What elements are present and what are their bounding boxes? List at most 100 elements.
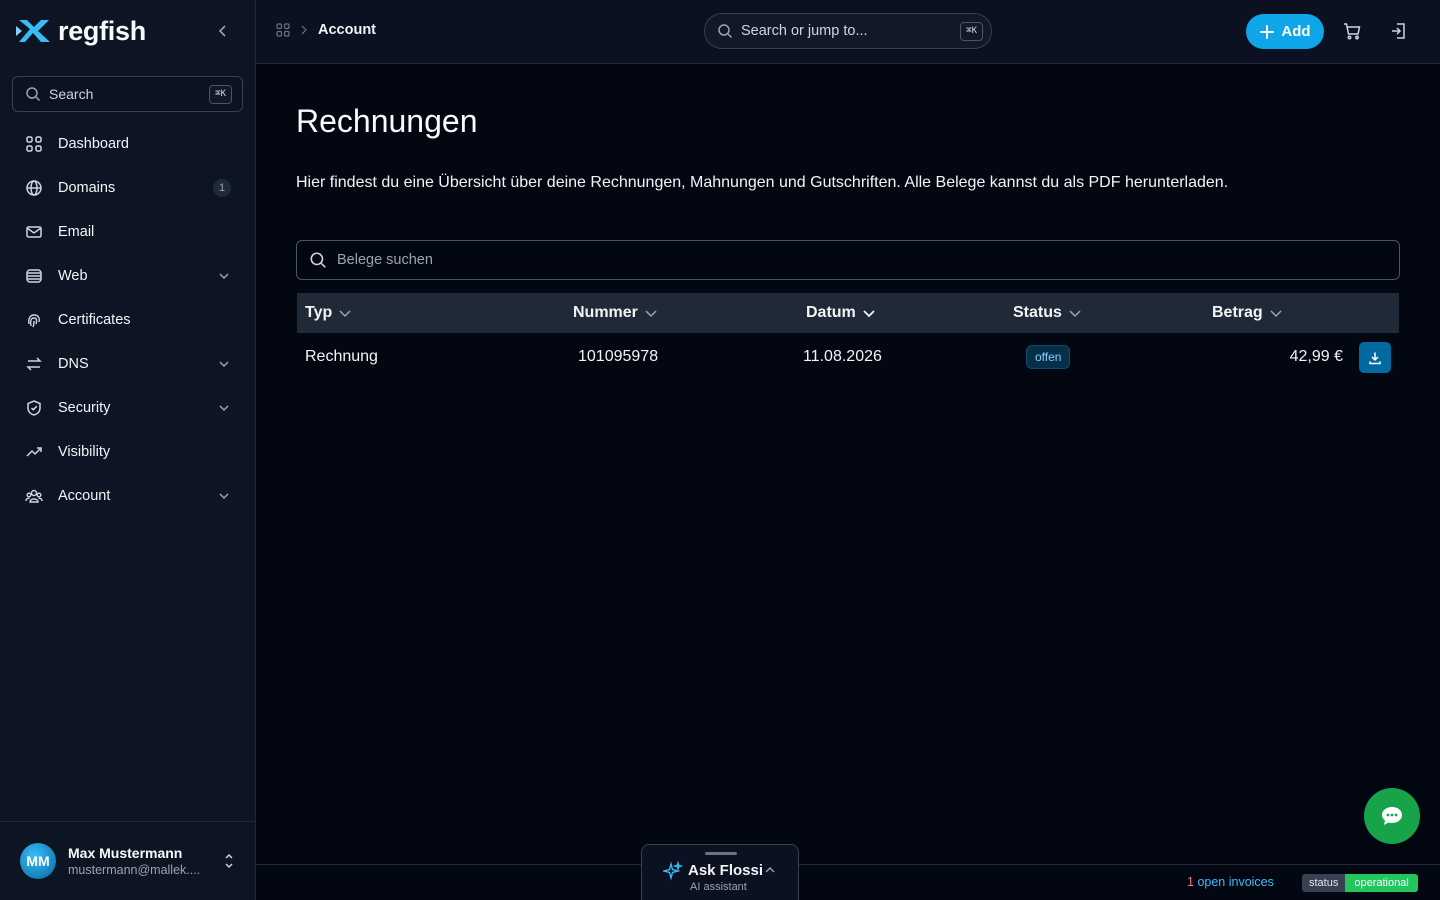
cell-nummer: 101095978 [578,348,659,365]
trend-up-icon [24,442,44,462]
column-header-nummer[interactable]: Nummer [573,293,658,333]
add-button-label: Add [1281,23,1311,40]
sidebar-item-label: Domains [58,180,116,196]
shortcut-hint: ⌘K [960,21,983,41]
page-description: Hier findest du eine Übersicht über dein… [296,174,1229,191]
arrows-exchange-icon [24,354,44,374]
column-header-typ[interactable]: Typ [305,293,352,333]
sidebar: regfish Search ⌘K Dashboard Domains 1 Em… [0,0,256,900]
invoice-table-header: Typ Nummer Datum Status Betrag [297,293,1399,333]
chevron-down-icon [1069,310,1081,318]
table-row: Rechnung 101095978 11.08.2026 offen 42,9… [297,333,1399,381]
open-invoices-label: open invoices [1197,875,1274,889]
column-header-label: Nummer [573,304,638,321]
sparkles-icon [663,861,683,881]
chevron-down-icon [219,361,229,368]
regfish-logo-icon [16,20,50,42]
server-icon [24,266,44,286]
chevron-down-icon [863,310,875,318]
mail-icon [24,222,44,242]
cell-datum: 11.08.2026 [803,348,882,365]
documents-search-input[interactable] [337,252,1387,268]
column-header-label: Betrag [1212,304,1263,321]
sidebar-nav: Dashboard Domains 1 Email Web Certificat… [12,122,243,518]
domains-count-badge: 1 [213,179,231,197]
shield-icon [24,398,44,418]
search-icon [718,24,733,39]
grid-icon [24,134,44,154]
system-status-badge[interactable]: status operational [1302,874,1418,892]
grid-icon[interactable] [276,23,290,37]
ask-flossi-panel[interactable]: Ask Flossi AI assistant [641,844,799,900]
global-search-placeholder: Search or jump to... [741,23,868,39]
logout-icon [1392,23,1405,39]
open-invoices-link[interactable]: 1 open invoices [1187,875,1274,889]
globe-icon [24,178,44,198]
sidebar-item-web[interactable]: Web [12,254,243,298]
sidebar-item-certificates[interactable]: Certificates [12,298,243,342]
chevron-down-icon [1270,310,1282,318]
sidebar-item-security[interactable]: Security [12,386,243,430]
column-header-label: Typ [305,304,333,321]
breadcrumb-current[interactable]: Account [318,22,376,38]
chevron-down-icon [219,405,229,412]
topbar: Account Search or jump to... ⌘K Add [256,0,1440,64]
chat-bubble-icon [1382,807,1402,825]
sidebar-search[interactable]: Search ⌘K [12,76,243,112]
chat-button[interactable] [1364,788,1420,844]
chevron-up-icon [765,867,775,873]
sidebar-item-email[interactable]: Email [12,210,243,254]
plus-icon [1260,24,1275,39]
sidebar-item-visibility[interactable]: Visibility [12,430,243,474]
user-email: mustermann@mallek.... [68,863,201,877]
sidebar-item-dns[interactable]: DNS [12,342,243,386]
user-menu[interactable]: MM Max Mustermann mustermann@mallek.... [0,821,255,900]
brand-logo[interactable]: regfish [16,14,146,48]
column-header-betrag[interactable]: Betrag [1212,293,1283,333]
drag-handle[interactable] [705,852,737,855]
cell-betrag: 42,99 € [1289,348,1343,365]
sidebar-item-label: Visibility [58,444,111,460]
sidebar-item-label: Dashboard [58,136,129,152]
shortcut-hint: ⌘K [209,84,232,104]
chevron-up-down-icon [225,853,233,869]
open-invoices-count: 1 [1187,875,1194,889]
sidebar-item-label: Security [58,400,111,416]
search-icon [310,252,326,268]
sidebar-item-label: DNS [58,356,89,372]
cart-button[interactable] [1341,20,1363,42]
sidebar-search-label: Search [49,86,94,102]
sidebar-item-dashboard[interactable]: Dashboard [12,122,243,166]
breadcrumb: Account [276,22,376,38]
brand-name: regfish [58,15,146,46]
sidebar-item-account[interactable]: Account [12,474,243,518]
chevron-down-icon [339,310,351,318]
sidebar-item-label: Account [58,488,111,504]
chevron-left-icon [218,25,226,37]
column-header-datum[interactable]: Datum [806,293,876,333]
status-badge-value: operational [1345,874,1418,892]
add-button[interactable]: Add [1246,14,1324,49]
global-search[interactable]: Search or jump to... ⌘K [704,13,992,49]
download-pdf-button[interactable] [1359,342,1391,373]
assistant-title: Ask Flossi [688,862,764,879]
user-name: Max Mustermann [68,845,183,861]
chevron-right-icon [301,25,307,35]
users-icon [24,486,44,506]
status-badge: offen [1026,345,1071,369]
cell-typ: Rechnung [305,348,378,365]
page-title: Rechnungen [296,103,478,139]
logout-button[interactable] [1388,20,1410,42]
documents-search [296,240,1400,280]
column-header-status[interactable]: Status [1013,293,1082,333]
sidebar-item-domains[interactable]: Domains 1 [12,166,243,210]
chevron-down-icon [219,273,229,280]
column-header-label: Datum [806,304,856,321]
assistant-subtitle: AI assistant [690,881,747,893]
sidebar-item-label: Certificates [58,312,131,328]
collapse-sidebar-button[interactable] [212,20,234,42]
cell-status: offen [1026,333,1071,381]
avatar: MM [20,843,56,879]
fingerprint-icon [24,310,44,330]
chevron-down-icon [219,493,229,500]
